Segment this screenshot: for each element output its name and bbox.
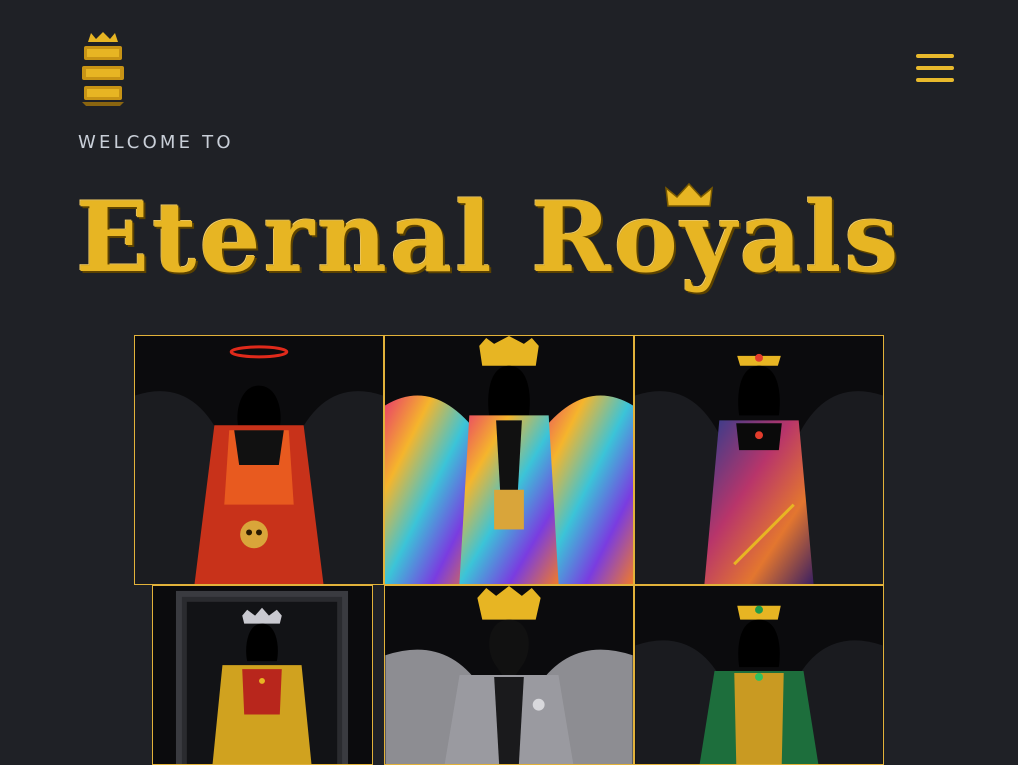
gallery-item-rainbow-crown[interactable]: [384, 335, 634, 585]
site-title: Eternal Royals: [76, 181, 902, 294]
crown-icon: [665, 182, 713, 207]
hamburger-menu-icon: [916, 54, 954, 58]
menu-line: [916, 78, 954, 82]
gallery-item-galaxy-queen[interactable]: [634, 335, 884, 585]
site-logo[interactable]: [80, 30, 126, 106]
nft-image: [635, 336, 883, 584]
nft-image: [385, 336, 633, 584]
welcome-label: WELCOME TO: [78, 132, 234, 153]
eternal-royals-crest-icon: [82, 32, 124, 106]
gallery-item-red-halo[interactable]: [134, 335, 384, 585]
gallery-item-plague-king[interactable]: [384, 585, 634, 765]
nft-gallery: [134, 335, 886, 765]
menu-line: [916, 66, 954, 70]
hero-title-block: Eternal Royals: [76, 178, 946, 303]
nft-image: [135, 336, 383, 584]
nft-image: [385, 586, 633, 764]
gallery-item-framed-queen[interactable]: [152, 585, 373, 765]
nft-image: [635, 586, 883, 764]
gallery-item-emerald-queen[interactable]: [634, 585, 884, 765]
hamburger-menu-button[interactable]: [913, 50, 957, 86]
nft-image: [153, 586, 372, 764]
